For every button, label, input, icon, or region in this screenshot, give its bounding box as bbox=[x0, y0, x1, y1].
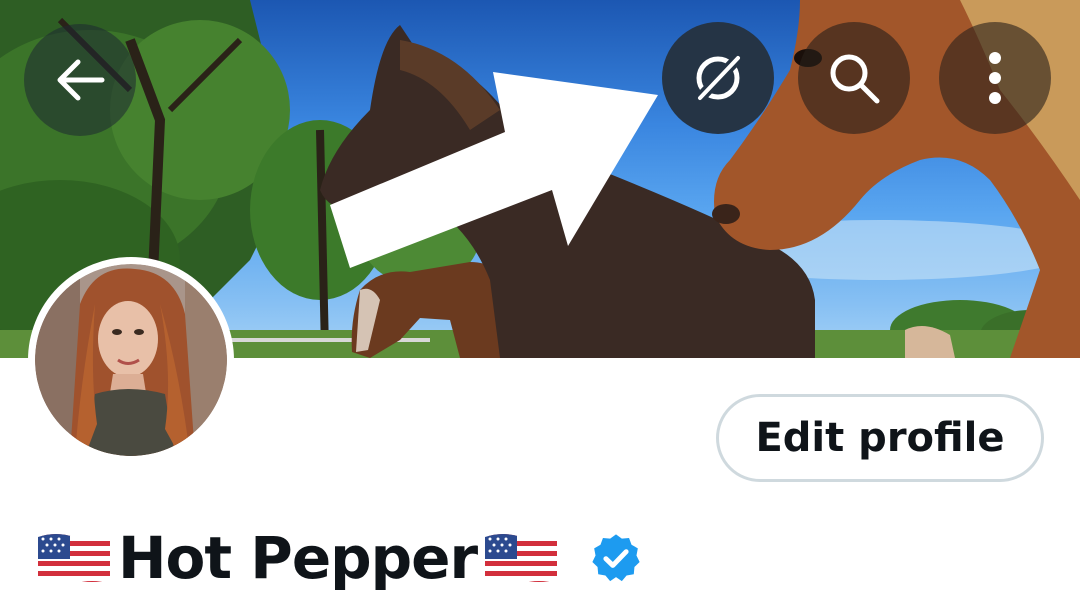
verified-badge-icon[interactable] bbox=[589, 531, 643, 585]
search-icon bbox=[830, 54, 880, 104]
avatar[interactable] bbox=[28, 257, 234, 463]
more-vertical-icon bbox=[989, 52, 1001, 104]
us-flag-icon bbox=[485, 534, 558, 582]
us-flag-icon bbox=[38, 534, 110, 582]
arrow-left-icon bbox=[57, 59, 105, 101]
back-button[interactable] bbox=[24, 24, 136, 136]
grok-button[interactable] bbox=[662, 22, 774, 134]
edit-profile-button[interactable]: Edit profile bbox=[716, 394, 1044, 482]
avatar-photo bbox=[35, 264, 227, 456]
search-button[interactable] bbox=[798, 22, 910, 134]
edit-profile-label: Edit profile bbox=[755, 415, 1005, 461]
display-name: Hot Pepper bbox=[118, 524, 478, 592]
grok-icon bbox=[694, 52, 744, 104]
more-options-button[interactable] bbox=[939, 22, 1051, 134]
display-name-row: Hot Pepper bbox=[36, 518, 643, 598]
